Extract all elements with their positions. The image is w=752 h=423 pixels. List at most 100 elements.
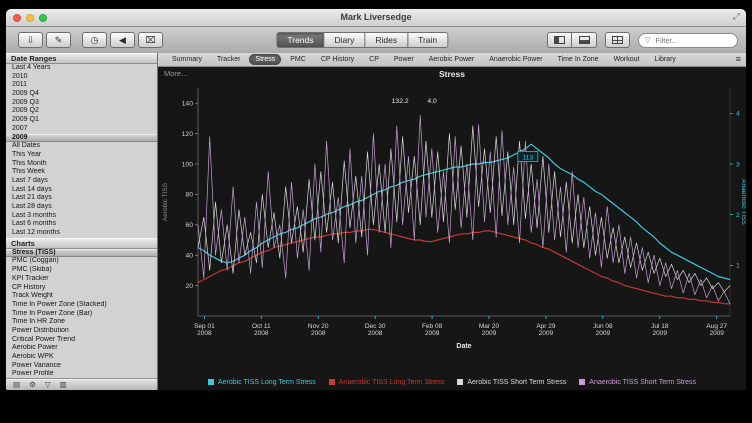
chart-list-item[interactable]: Stress (TISS) <box>6 249 157 258</box>
date-range-item[interactable]: Last 21 days <box>6 194 157 203</box>
svg-text:4.0: 4.0 <box>427 98 437 105</box>
chart-tab[interactable]: Tracker <box>211 54 246 65</box>
filter-field[interactable]: ▽ <box>638 33 738 48</box>
svg-text:132.2: 132.2 <box>392 98 409 105</box>
view-mode-segmented: TrendsDiaryRidesTrain <box>276 32 448 48</box>
tile-grid-icon <box>612 36 623 44</box>
chart-list-item[interactable]: Time In HR Zone <box>6 318 157 327</box>
chart-tabbar: SummaryTrackerStressPMCCP HistoryCPPower… <box>158 53 746 67</box>
date-range-item[interactable]: 2011 <box>6 81 157 90</box>
svg-text:Aerobic TISS: Aerobic TISS <box>162 182 169 221</box>
chart-list-item[interactable]: Power Variance <box>6 362 157 371</box>
window-title: Mark Liversedge <box>6 12 746 22</box>
chart-list-item[interactable]: KPI Tracker <box>6 275 157 284</box>
chart-list-item[interactable]: Track Weight <box>6 292 157 301</box>
date-range-item[interactable]: 2009 Q3 <box>6 99 157 108</box>
chart-tab[interactable]: Anaerobic Power <box>483 54 548 65</box>
svg-text:113: 113 <box>522 154 533 161</box>
view-mode-segment[interactable]: Trends <box>276 32 324 48</box>
chart-tab[interactable]: Time In Zone <box>552 54 605 65</box>
chart-icon[interactable]: ▥ <box>60 380 67 389</box>
svg-text:Jun 08: Jun 08 <box>593 323 613 330</box>
chart-header: More... Stress <box>158 67 746 80</box>
svg-text:2009: 2009 <box>482 330 497 337</box>
svg-text:Jul 18: Jul 18 <box>651 323 669 330</box>
funnel-icon[interactable]: ▽ <box>45 380 51 389</box>
date-range-item[interactable]: 2009 Q4 <box>6 90 157 99</box>
sidebar: Date Ranges Last 4 Years201020112009 Q42… <box>6 53 158 390</box>
date-range-item[interactable]: 2007 <box>6 125 157 134</box>
chart-list-item[interactable]: PMC (Coggan) <box>6 257 157 266</box>
tools-icon[interactable]: ⚙ <box>29 380 36 389</box>
filter-input[interactable] <box>653 35 731 46</box>
date-range-item[interactable]: Last 14 days <box>6 186 157 195</box>
timer-icon: ◷ <box>91 35 99 46</box>
speaker-button[interactable]: ◀ <box>110 32 135 48</box>
delete-button[interactable]: ⌧ <box>138 32 163 48</box>
chart-tab[interactable]: Power <box>388 54 420 65</box>
date-range-item[interactable]: Last 3 months <box>6 212 157 221</box>
chart-list-item[interactable]: Aerobic Power <box>6 344 157 353</box>
chart-tab[interactable]: PMC <box>284 54 312 65</box>
date-range-item[interactable]: 2009 <box>6 134 157 143</box>
date-range-item[interactable]: 2010 <box>6 73 157 82</box>
svg-text:2009: 2009 <box>539 330 554 337</box>
export-button[interactable]: ⇩ <box>18 32 43 48</box>
date-range-item[interactable]: Last 7 days <box>6 177 157 186</box>
chart-list-item[interactable]: Time In Power Zone (Bar) <box>6 310 157 319</box>
compose-button[interactable]: ✎ <box>46 32 71 48</box>
chart-list-item[interactable]: PMC (Skiba) <box>6 266 157 275</box>
chart-list-item[interactable]: Aerobic WPK <box>6 353 157 362</box>
view-mode-segment[interactable]: Rides <box>365 32 408 48</box>
toolbar: ⇩ ✎ ◷ ◀ ⌧ TrendsDiaryRidesTrain ▽ <box>6 27 746 55</box>
content-area: Date Ranges Last 4 Years201020112009 Q42… <box>6 53 746 390</box>
svg-text:Oct 11: Oct 11 <box>252 323 271 330</box>
chart-list-item[interactable]: Power Distribution <box>6 327 157 336</box>
chart-tab[interactable]: Workout <box>608 54 646 65</box>
legend-label: Anaerobic TISS Short Term Stress <box>589 379 696 386</box>
svg-text:1: 1 <box>736 263 740 270</box>
date-range-item[interactable]: All Dates <box>6 142 157 151</box>
tile-view-button[interactable] <box>605 32 630 48</box>
toggle-bottombar-button[interactable] <box>572 32 597 48</box>
chart-title: Stress <box>158 69 746 79</box>
date-range-item[interactable]: 2009 Q2 <box>6 107 157 116</box>
chart-list-item[interactable]: CP History <box>6 284 157 293</box>
svg-text:120: 120 <box>182 131 194 138</box>
timer-button[interactable]: ◷ <box>82 32 107 48</box>
svg-text:Anaerobic TISS: Anaerobic TISS <box>740 179 747 225</box>
chart-tab[interactable]: CP History <box>315 54 360 65</box>
date-range-item[interactable]: This Year <box>6 151 157 160</box>
date-ranges-header: Date Ranges <box>6 53 157 64</box>
svg-text:Nov 20: Nov 20 <box>308 323 329 330</box>
date-range-item[interactable]: This Week <box>6 168 157 177</box>
svg-text:3: 3 <box>736 161 740 168</box>
chart-tab[interactable]: Stress <box>249 54 281 65</box>
chart-tab[interactable]: Library <box>649 54 682 65</box>
date-range-item[interactable]: 2009 Q1 <box>6 116 157 125</box>
toggle-sidebar-button[interactable] <box>547 32 572 48</box>
svg-text:80: 80 <box>185 192 193 199</box>
view-mode-segment[interactable]: Diary <box>325 32 366 48</box>
chart-list-item[interactable]: Critical Power Trend <box>6 336 157 345</box>
title-bar: Mark Liversedge ⤢ <box>6 9 746 27</box>
date-range-item[interactable]: Last 28 days <box>6 203 157 212</box>
date-range-item[interactable]: This Month <box>6 160 157 169</box>
panes-icon[interactable]: ▤ <box>13 380 20 389</box>
view-mode-segment[interactable]: Train <box>408 32 448 48</box>
filter-funnel-icon: ▽ <box>645 36 650 44</box>
chart-tab[interactable]: Summary <box>166 54 208 65</box>
svg-text:2009: 2009 <box>425 330 440 337</box>
chart-tab[interactable]: CP <box>363 54 385 65</box>
bottombar-pane-icon <box>579 36 590 44</box>
svg-text:Mar 20: Mar 20 <box>479 323 500 330</box>
chart-tab[interactable]: Aerobic Power <box>423 54 481 65</box>
legend-item: Anaerobic TISS Short Term Stress <box>579 379 696 386</box>
fullscreen-icon[interactable]: ⤢ <box>733 11 740 22</box>
menu-icon[interactable]: ≡ <box>736 54 741 64</box>
date-range-item[interactable]: Last 12 months <box>6 229 157 238</box>
svg-text:2: 2 <box>736 212 740 219</box>
chart-list-item[interactable]: Time In Power Zone (Stacked) <box>6 301 157 310</box>
date-range-item[interactable]: Last 4 Years <box>6 64 157 73</box>
date-range-item[interactable]: Last 6 months <box>6 220 157 229</box>
